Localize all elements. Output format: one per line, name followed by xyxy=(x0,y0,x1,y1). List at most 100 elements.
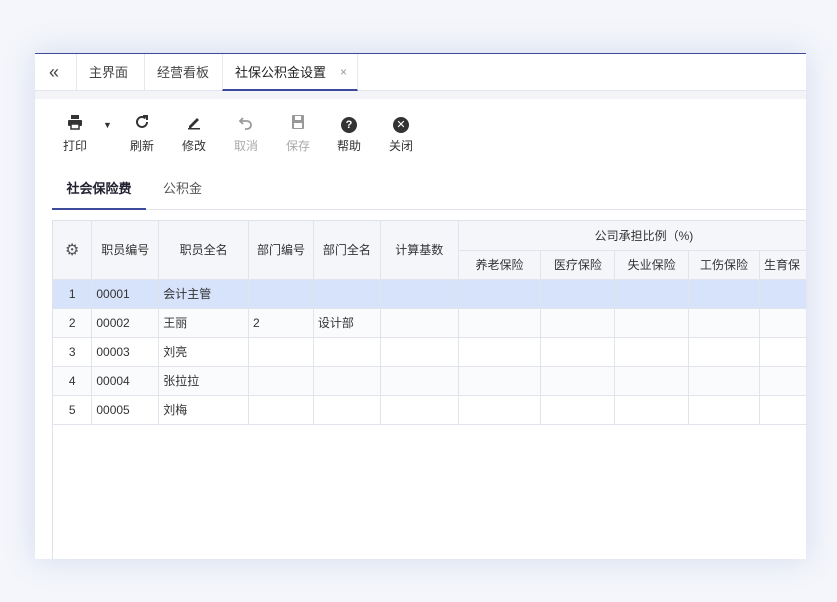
cell-unemployment[interactable] xyxy=(614,337,690,367)
cell-injury[interactable] xyxy=(688,337,760,367)
cell-base[interactable] xyxy=(380,279,459,309)
cell-emp-name[interactable]: 张拉拉 xyxy=(158,366,249,396)
tab-dashboard[interactable]: 经营看板 xyxy=(144,54,222,91)
cell-base[interactable] xyxy=(380,337,459,367)
table-row[interactable]: 4 00004 张拉拉 xyxy=(53,366,806,396)
cell-medical[interactable] xyxy=(540,308,616,338)
tab-housing-fund[interactable]: 公积金 xyxy=(163,178,202,210)
edit-button[interactable]: 修改 xyxy=(174,114,214,154)
save-button[interactable]: 保存 xyxy=(278,114,318,154)
cell-maternity[interactable] xyxy=(759,395,806,425)
cell-injury[interactable] xyxy=(688,308,760,338)
printer-icon xyxy=(55,114,95,134)
cell-emp-name[interactable]: 刘梅 xyxy=(158,395,249,425)
table-row[interactable]: 5 00005 刘梅 xyxy=(53,395,806,425)
row-number: 2 xyxy=(53,308,93,338)
cell-dept-name[interactable] xyxy=(313,279,381,309)
col-header-emp-name[interactable]: 职员全名 xyxy=(158,221,249,280)
pencil-icon xyxy=(174,114,214,134)
col-header-medical[interactable]: 医疗保险 xyxy=(540,250,616,280)
cell-unemployment[interactable] xyxy=(614,366,690,396)
cell-dept-no[interactable] xyxy=(248,395,314,425)
data-grid: ⚙ 职员编号 职员全名 部门编号 部门全名 计算基数 公司承担比例（%) 养老保… xyxy=(52,220,806,559)
row-number: 5 xyxy=(53,395,93,425)
cell-dept-name[interactable] xyxy=(313,337,381,367)
cell-maternity[interactable] xyxy=(759,366,806,396)
cell-emp-no[interactable]: 00005 xyxy=(91,395,160,425)
cell-dept-no[interactable] xyxy=(248,279,314,309)
cell-dept-name[interactable] xyxy=(313,366,381,396)
table-row[interactable]: 1 00001 会计主管 xyxy=(53,279,806,309)
col-header-dept-name[interactable]: 部门全名 xyxy=(313,221,381,280)
refresh-button[interactable]: 刷新 xyxy=(122,114,162,154)
cell-injury[interactable] xyxy=(688,366,760,396)
close-icon[interactable]: × xyxy=(340,54,347,91)
cell-maternity[interactable] xyxy=(759,279,806,309)
close-button[interactable]: ✕ 关闭 xyxy=(381,114,421,154)
tab-bar: « 主界面 经营看板 社保公积金设置 × xyxy=(35,54,806,91)
cell-emp-name[interactable]: 王丽 xyxy=(158,308,249,338)
chevron-down-icon[interactable]: ▼ xyxy=(103,120,112,130)
tab-home[interactable]: 主界面 xyxy=(76,54,143,91)
tab-social-insurance[interactable]: 社会保险费 xyxy=(52,178,146,210)
cancel-label: 取消 xyxy=(233,139,258,153)
table-row[interactable]: 2 00002 王丽 2 设计部 xyxy=(53,308,806,338)
cell-emp-no[interactable]: 00003 xyxy=(91,337,160,367)
stage: « 主界面 经营看板 社保公积金设置 × 打印 ▼ 刷新 修改 取消 保存 ? … xyxy=(0,0,837,602)
cell-emp-no[interactable]: 00002 xyxy=(91,308,160,338)
print-label: 打印 xyxy=(62,139,87,153)
col-header-unemployment[interactable]: 失业保险 xyxy=(614,250,690,280)
cell-base[interactable] xyxy=(380,366,459,396)
help-label: 帮助 xyxy=(336,139,361,153)
cell-emp-name[interactable]: 会计主管 xyxy=(158,279,249,309)
cell-unemployment[interactable] xyxy=(614,279,690,309)
col-header-emp-no[interactable]: 职员编号 xyxy=(91,221,160,280)
refresh-label: 刷新 xyxy=(129,139,154,153)
cell-medical[interactable] xyxy=(540,366,616,396)
cell-medical[interactable] xyxy=(540,337,616,367)
cell-medical[interactable] xyxy=(540,395,616,425)
divider xyxy=(35,91,806,99)
cell-pension[interactable] xyxy=(458,366,542,396)
col-header-pension[interactable]: 养老保险 xyxy=(458,250,542,280)
grid-body: 1 00001 会计主管 2 00002 王丽 2 设计部 3 00003 刘亮… xyxy=(53,279,806,425)
cell-injury[interactable] xyxy=(688,279,760,309)
cell-pension[interactable] xyxy=(458,308,542,338)
cell-dept-no[interactable] xyxy=(248,366,314,396)
tab-social-security-settings[interactable]: 社保公积金设置 × xyxy=(222,54,358,91)
print-button[interactable]: 打印 xyxy=(55,114,95,154)
col-header-maternity[interactable]: 生育保 xyxy=(759,250,806,280)
col-group-company-ratio: 公司承担比例（%) xyxy=(458,221,806,251)
cell-medical[interactable] xyxy=(540,279,616,309)
col-header-base[interactable]: 计算基数 xyxy=(380,221,459,280)
cell-base[interactable] xyxy=(380,395,459,425)
row-number: 1 xyxy=(53,279,93,309)
grid-settings-cell[interactable]: ⚙ xyxy=(53,221,93,280)
table-row[interactable]: 3 00003 刘亮 xyxy=(53,337,806,367)
cell-injury[interactable] xyxy=(688,395,760,425)
col-header-injury[interactable]: 工伤保险 xyxy=(688,250,760,280)
cell-emp-no[interactable]: 00001 xyxy=(91,279,160,309)
col-header-dept-no[interactable]: 部门编号 xyxy=(248,221,314,280)
cell-base[interactable] xyxy=(380,308,459,338)
cell-pension[interactable] xyxy=(458,337,542,367)
cell-dept-name[interactable]: 设计部 xyxy=(313,308,381,338)
double-chevron-left-icon[interactable]: « xyxy=(43,62,65,84)
cell-pension[interactable] xyxy=(458,279,542,309)
cell-emp-no[interactable]: 00004 xyxy=(91,366,160,396)
undo-icon xyxy=(226,114,266,134)
close-label: 关闭 xyxy=(388,139,413,153)
cancel-button[interactable]: 取消 xyxy=(226,114,266,154)
close-circle-icon: ✕ xyxy=(381,114,421,134)
help-button[interactable]: ? 帮助 xyxy=(329,114,369,154)
cell-unemployment[interactable] xyxy=(614,395,690,425)
cell-maternity[interactable] xyxy=(759,337,806,367)
cell-dept-no[interactable]: 2 xyxy=(248,308,314,338)
save-icon xyxy=(278,114,318,134)
cell-unemployment[interactable] xyxy=(614,308,690,338)
cell-pension[interactable] xyxy=(458,395,542,425)
cell-dept-no[interactable] xyxy=(248,337,314,367)
cell-maternity[interactable] xyxy=(759,308,806,338)
cell-emp-name[interactable]: 刘亮 xyxy=(158,337,249,367)
cell-dept-name[interactable] xyxy=(313,395,381,425)
